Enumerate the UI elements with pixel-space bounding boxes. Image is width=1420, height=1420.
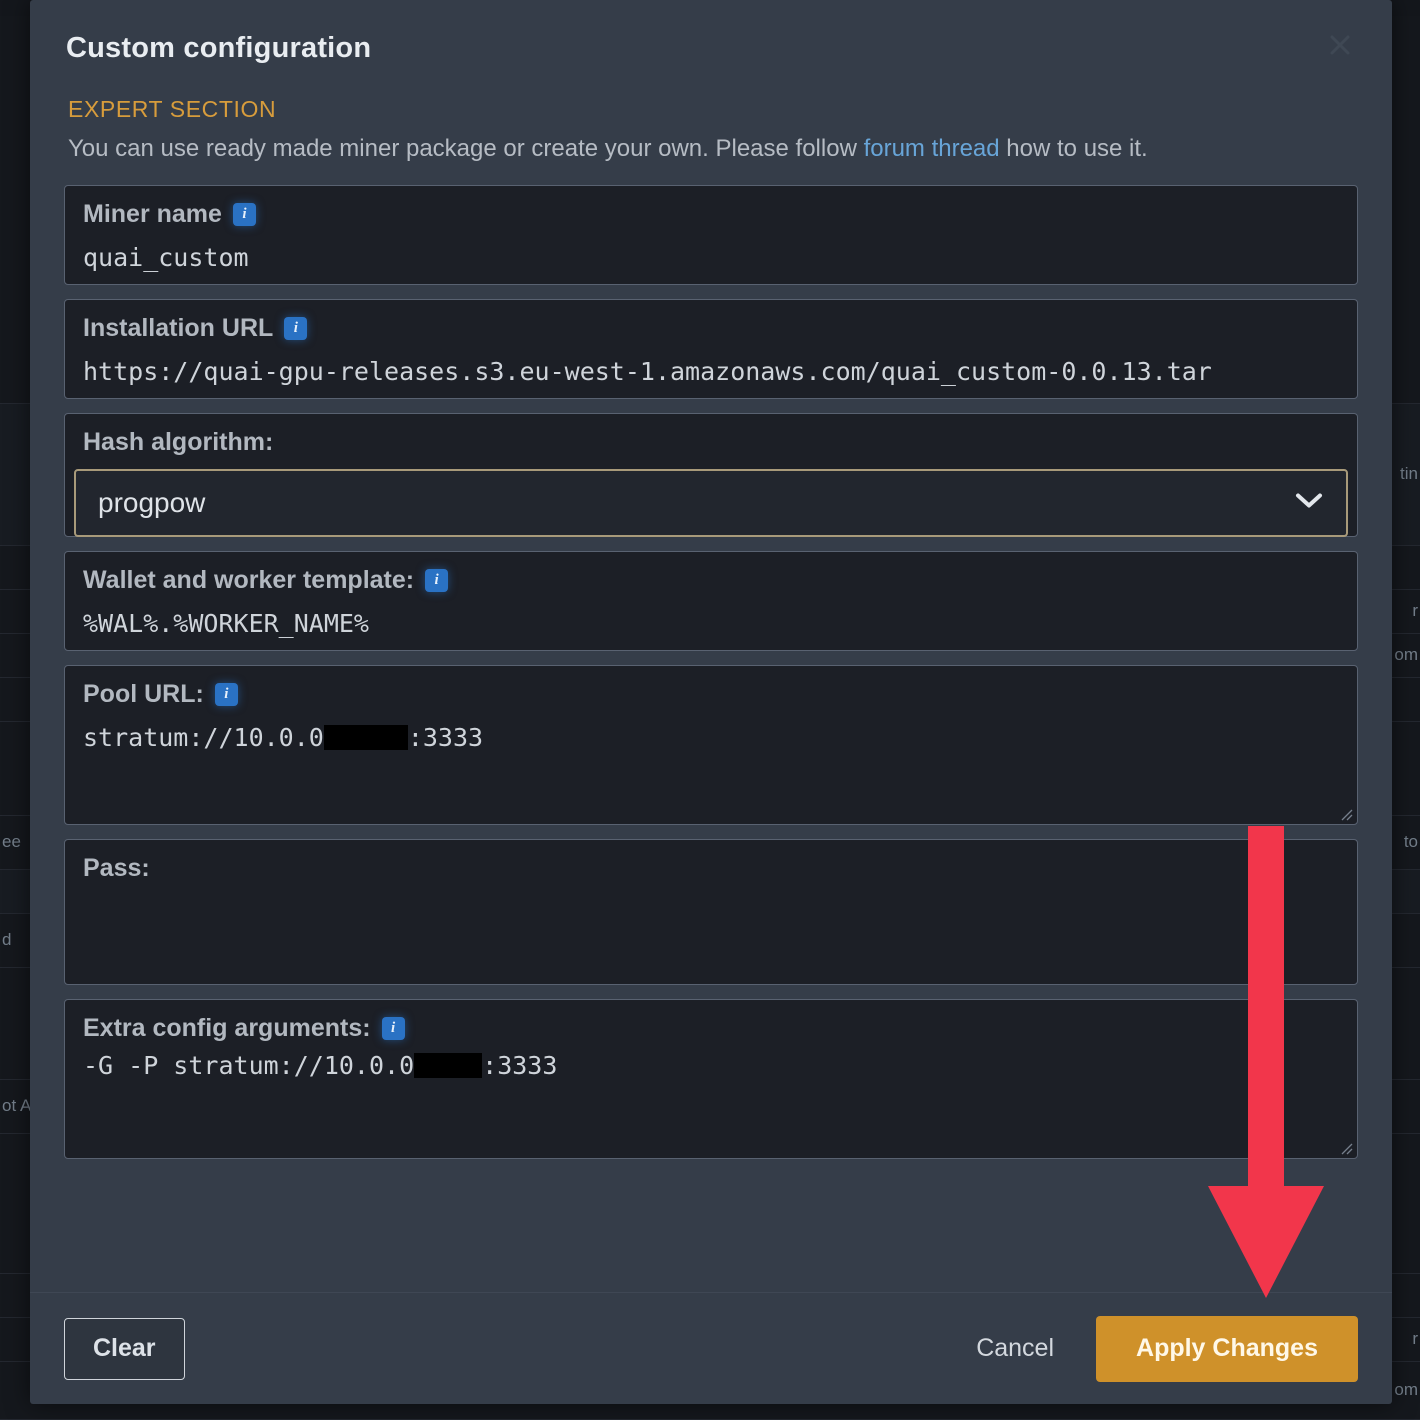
miner-name-label: Miner name <box>83 200 222 228</box>
extra-config-arguments-label: Extra config arguments: <box>83 1014 371 1042</box>
pool-url-label: Pool URL: <box>83 680 204 708</box>
pass-label-row: Pass: <box>83 854 1339 883</box>
chevron-down-icon <box>1294 491 1324 516</box>
background-cell: r <box>1412 601 1418 620</box>
extra-config-arguments-textarea[interactable]: -G -P stratum://10.0.0 :3333 <box>83 1051 1339 1080</box>
wallet-worker-template-input[interactable]: %WAL%.%WORKER_NAME% <box>83 609 1339 638</box>
extra-config-arguments-field[interactable]: Extra config arguments: i -G -P stratum:… <box>64 999 1358 1159</box>
info-icon[interactable]: i <box>232 203 256 226</box>
resize-handle[interactable] <box>1339 1141 1353 1155</box>
installation-url-input[interactable]: https://quai-gpu-releases.s3.eu-west-1.a… <box>83 357 1339 386</box>
installation-url-label: Installation URL <box>83 314 274 342</box>
miner-name-field[interactable]: Miner name i quai_custom <box>64 185 1358 285</box>
pass-label: Pass: <box>83 854 150 882</box>
hash-algorithm-label: Hash algorithm: <box>83 428 274 456</box>
miner-name-label-row: Miner name i <box>83 200 1339 229</box>
description-prefix: You can use ready made miner package or … <box>68 135 864 162</box>
background-cell: r <box>1412 1329 1418 1348</box>
extra-config-value-prefix: -G -P stratum://10.0.0 <box>83 1051 415 1080</box>
apply-changes-button[interactable]: Apply Changes <box>1096 1315 1358 1382</box>
resize-handle[interactable] <box>1339 807 1353 821</box>
miner-name-input[interactable]: quai_custom <box>83 243 1339 272</box>
info-icon[interactable]: i <box>381 1017 405 1040</box>
close-icon[interactable] <box>1318 28 1362 72</box>
wallet-worker-template-label-row: Wallet and worker template: i <box>83 566 1339 595</box>
description-suffix: how to use it. <box>999 135 1148 162</box>
extra-config-value-suffix: :3333 <box>482 1051 558 1080</box>
page-title: Custom configuration <box>66 32 372 64</box>
pool-url-value-prefix: stratum://10.0.0 <box>83 723 324 752</box>
expert-section-label: EXPERT SECTION <box>68 96 277 122</box>
clear-button[interactable]: Clear <box>64 1317 185 1380</box>
wallet-worker-template-label: Wallet and worker template: <box>83 566 415 594</box>
forum-thread-link[interactable]: forum thread <box>864 135 1000 162</box>
custom-configuration-dialog: Custom configuration EXPERT SECTION You … <box>30 0 1392 1404</box>
pool-url-textarea[interactable]: stratum://10.0.0 :3333 <box>83 723 1339 752</box>
installation-url-field[interactable]: Installation URL i https://quai-gpu-rele… <box>64 299 1358 399</box>
installation-url-label-row: Installation URL i <box>83 314 1339 343</box>
cancel-button[interactable]: Cancel <box>970 1318 1060 1380</box>
pool-url-label-row: Pool URL: i <box>83 680 1339 709</box>
info-icon[interactable]: i <box>214 683 238 706</box>
background-cell: tin <box>1400 464 1418 483</box>
background-cell: om <box>1394 645 1418 664</box>
expert-section-description: You can use ready made miner package or … <box>64 135 1358 163</box>
background-cell: ot A <box>2 1096 32 1115</box>
info-icon[interactable]: i <box>425 569 449 592</box>
hash-algorithm-field: Hash algorithm: progpow <box>64 413 1358 537</box>
footer-actions: Cancel Apply Changes <box>970 1315 1358 1382</box>
dialog-footer: Clear Cancel Apply Changes <box>30 1292 1392 1404</box>
dialog-body: EXPERT SECTION You can use ready made mi… <box>30 96 1392 1159</box>
wallet-worker-template-field[interactable]: Wallet and worker template: i %WAL%.%WOR… <box>64 551 1358 651</box>
hash-algorithm-container: Hash algorithm: progpow <box>64 413 1358 537</box>
background-cell: to <box>1403 832 1418 851</box>
redaction-bar <box>323 725 408 750</box>
hash-algorithm-selected-value: progpow <box>98 487 206 518</box>
dialog-header: Custom configuration <box>30 0 1392 96</box>
background-cell: om <box>1394 1380 1418 1399</box>
pool-url-value-suffix: :3333 <box>407 723 484 752</box>
pool-url-field[interactable]: Pool URL: i stratum://10.0.0 :3333 <box>64 665 1358 825</box>
extra-config-arguments-label-row: Extra config arguments: i <box>83 1014 1339 1043</box>
background-cell: ee <box>2 832 21 851</box>
info-icon[interactable]: i <box>284 317 308 340</box>
hash-algorithm-select[interactable]: progpow <box>74 469 1348 537</box>
background-cell: d <box>2 930 12 949</box>
pass-field[interactable]: Pass: <box>64 839 1358 985</box>
redaction-bar <box>414 1053 483 1078</box>
hash-algorithm-label-row: Hash algorithm: <box>83 428 1339 457</box>
